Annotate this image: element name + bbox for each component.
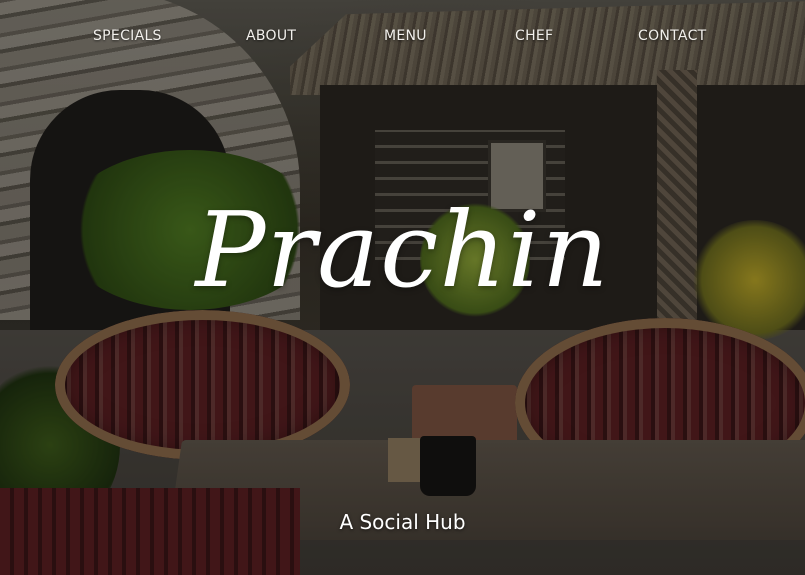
- main-navigation: SPECIALS ABOUT MENU CHEF CONTACT: [0, 28, 805, 48]
- nav-link-chef[interactable]: CHEF: [515, 28, 553, 44]
- nav-link-specials[interactable]: SPECIALS: [93, 28, 162, 44]
- brand-tagline: A Social Hub: [339, 510, 466, 534]
- brand-title: Prachin: [195, 189, 610, 311]
- nav-link-contact[interactable]: CONTACT: [638, 28, 707, 44]
- nav-link-about[interactable]: ABOUT: [246, 28, 296, 44]
- nav-link-menu[interactable]: MENU: [384, 28, 427, 44]
- hero-section: SPECIALS ABOUT MENU CHEF CONTACT Prachin…: [0, 0, 805, 575]
